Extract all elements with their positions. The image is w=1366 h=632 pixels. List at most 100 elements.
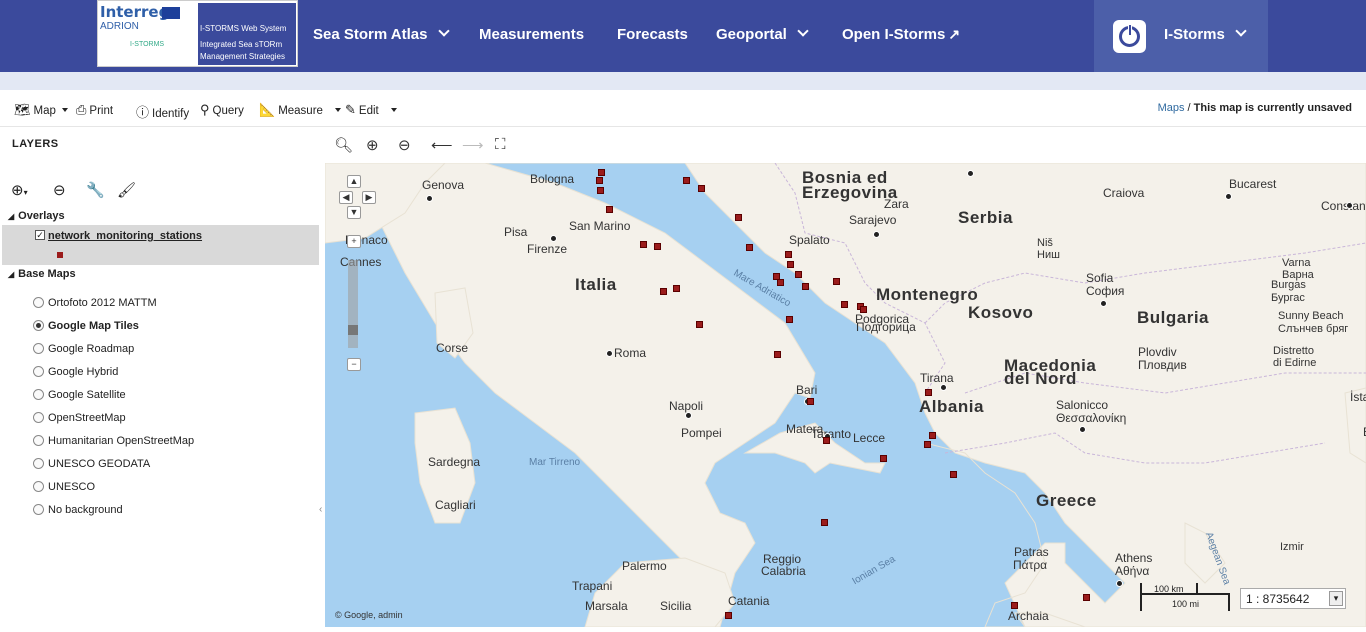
nav-sea-storm-atlas[interactable]: Sea Storm Atlas: [313, 25, 450, 43]
map-canvas[interactable]: Bosnia ed Erzegovina Serbia Italia Montenegr…: [325, 163, 1366, 627]
monitoring-station-marker[interactable]: [786, 316, 793, 323]
radio-button[interactable]: [33, 435, 44, 446]
fullscreen-button[interactable]: ⛶: [495, 136, 506, 153]
radio-button[interactable]: [33, 412, 44, 423]
breadcrumb-maps-link[interactable]: Maps: [1158, 102, 1185, 114]
country-label: Kosovo: [968, 303, 1034, 322]
user-menu[interactable]: I-Storms: [1094, 0, 1268, 72]
basemap-option[interactable]: UNESCO GEODATA: [33, 458, 150, 470]
radio-button[interactable]: [33, 458, 44, 469]
monitoring-station-marker[interactable]: [598, 169, 605, 176]
radio-button[interactable]: [33, 297, 44, 308]
overlay-layer-item[interactable]: ✓ network_monitoring_stations: [2, 225, 319, 265]
monitoring-station-marker[interactable]: [606, 206, 613, 213]
monitoring-station-marker[interactable]: [774, 351, 781, 358]
map-zoom-in-button[interactable]: +: [347, 235, 361, 248]
pan-right-button[interactable]: ▶: [362, 191, 376, 204]
monitoring-station-marker[interactable]: [833, 278, 840, 285]
zoom-search-button[interactable]: 🔍︎: [334, 136, 353, 154]
monitoring-station-marker[interactable]: [746, 244, 753, 251]
monitoring-station-marker[interactable]: [950, 471, 957, 478]
basemap-option[interactable]: Google Roadmap: [33, 343, 134, 355]
print-button[interactable]: ⎙ Print: [76, 102, 113, 118]
monitoring-station-marker[interactable]: [860, 306, 867, 313]
edit-button[interactable]: ✎ Edit: [345, 102, 397, 118]
zoom-out-button[interactable]: ⊖: [398, 136, 411, 154]
monitoring-station-marker[interactable]: [924, 441, 931, 448]
monitoring-station-marker[interactable]: [597, 187, 604, 194]
basemap-option[interactable]: OpenStreetMap: [33, 412, 126, 424]
monitoring-station-marker[interactable]: [654, 243, 661, 250]
nav-forecasts[interactable]: Forecasts: [617, 26, 688, 43]
map-menu-button[interactable]: 🗺 Map: [14, 102, 68, 118]
monitoring-station-marker[interactable]: [929, 432, 936, 439]
monitoring-station-marker[interactable]: [683, 177, 690, 184]
basemap-option[interactable]: UNESCO: [33, 481, 95, 493]
monitoring-station-marker[interactable]: [660, 288, 667, 295]
monitoring-station-marker[interactable]: [640, 241, 647, 248]
monitoring-station-marker[interactable]: [596, 177, 603, 184]
basemaps-group[interactable]: ◢ Base Maps: [8, 268, 76, 280]
radio-button[interactable]: [33, 389, 44, 400]
basemap-option[interactable]: Google Map Tiles: [33, 320, 139, 332]
monitoring-station-marker[interactable]: [795, 271, 802, 278]
nav-open-i-storms[interactable]: Open I-Storms ↗: [842, 26, 960, 43]
zoom-slider-handle[interactable]: [348, 325, 358, 335]
monitoring-station-marker[interactable]: [807, 398, 814, 405]
basemap-option[interactable]: No background: [33, 504, 123, 516]
basemap-option[interactable]: Google Satellite: [33, 389, 126, 401]
overlay-layer-name[interactable]: network_monitoring_stations: [48, 230, 202, 242]
zoom-in-button[interactable]: ⊕: [366, 136, 379, 154]
overlays-group[interactable]: ◢ Overlays: [8, 210, 65, 222]
nav-label: Open I-Storms: [842, 26, 946, 43]
monitoring-station-marker[interactable]: [785, 251, 792, 258]
pan-up-button[interactable]: ▲: [347, 175, 361, 188]
monitoring-station-marker[interactable]: [821, 519, 828, 526]
nav-label: Forecasts: [617, 26, 688, 43]
monitoring-station-marker[interactable]: [1083, 594, 1090, 601]
monitoring-station-marker[interactable]: [787, 261, 794, 268]
monitoring-station-marker[interactable]: [823, 437, 830, 444]
monitoring-station-marker[interactable]: [698, 185, 705, 192]
pan-left-button[interactable]: ◀: [339, 191, 353, 204]
monitoring-station-marker[interactable]: [696, 321, 703, 328]
city-label: İstan: [1350, 390, 1366, 404]
layer-visibility-checkbox[interactable]: ✓: [35, 230, 45, 240]
radio-button[interactable]: [33, 504, 44, 515]
monitoring-station-marker[interactable]: [725, 612, 732, 619]
monitoring-station-marker[interactable]: [1011, 602, 1018, 609]
monitoring-station-marker[interactable]: [777, 279, 784, 286]
country-label: Serbia: [958, 208, 1013, 227]
monitoring-station-marker[interactable]: [880, 455, 887, 462]
radio-button[interactable]: [33, 343, 44, 354]
identify-button[interactable]: ⓘ Identify: [136, 102, 189, 121]
map-zoom-out-button[interactable]: −: [347, 358, 361, 371]
basemap-option[interactable]: Google Hybrid: [33, 366, 118, 378]
nav-geoportal[interactable]: Geoportal: [716, 25, 809, 43]
add-layer-button[interactable]: ⊕▾: [11, 181, 28, 199]
project-logo[interactable]: Interreg ADRION I-STORMS I-STORMS Web Sy…: [97, 0, 298, 67]
radio-button[interactable]: [33, 481, 44, 492]
basemap-option[interactable]: Humanitarian OpenStreetMap: [33, 435, 194, 447]
query-button[interactable]: ⚲ Query: [200, 102, 244, 118]
radio-button[interactable]: [33, 366, 44, 377]
monitoring-station-marker[interactable]: [802, 283, 809, 290]
monitoring-station-marker[interactable]: [735, 214, 742, 221]
previous-extent-button[interactable]: ⟵: [431, 136, 453, 154]
layer-style-button[interactable]: 🖌: [117, 181, 136, 199]
next-extent-button[interactable]: ⟶: [462, 136, 484, 154]
city-marker: [685, 412, 692, 419]
scale-selector[interactable]: 1 : 8735642 ▾: [1240, 588, 1346, 609]
monitoring-station-marker[interactable]: [673, 285, 680, 292]
monitoring-station-marker[interactable]: [925, 389, 932, 396]
pan-down-button[interactable]: ▼: [347, 206, 361, 219]
remove-layer-button[interactable]: ⊖: [53, 181, 66, 199]
monitoring-station-marker[interactable]: [841, 301, 848, 308]
layer-settings-button[interactable]: 🔧: [86, 181, 105, 199]
basemap-label: Google Satellite: [48, 389, 126, 401]
basemap-option[interactable]: Ortofoto 2012 MATTM: [33, 297, 157, 309]
radio-button[interactable]: [33, 320, 44, 331]
measure-button[interactable]: 📐 Measure: [259, 102, 341, 118]
panel-collapse-icon[interactable]: ‹: [319, 504, 322, 515]
nav-measurements[interactable]: Measurements: [479, 26, 584, 43]
